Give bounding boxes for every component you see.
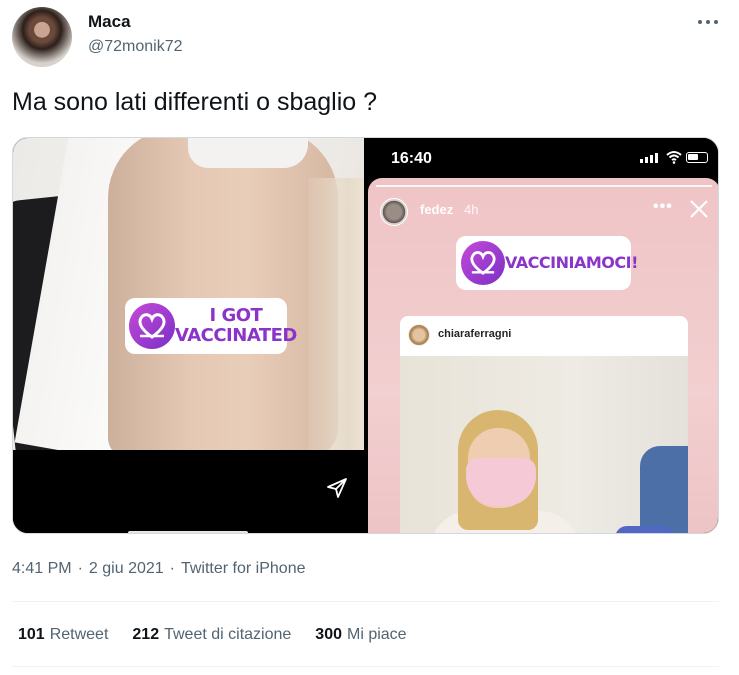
shared-post-avatar — [408, 324, 430, 346]
divider — [12, 666, 719, 667]
likes-count: 300 — [315, 626, 342, 643]
shared-post-card: chiaraferragni — [400, 316, 688, 533]
media-photo-left[interactable]: I GOT VACCINATED — [13, 138, 364, 533]
shared-post-photo — [400, 356, 688, 533]
photo-person-mask — [466, 458, 536, 506]
divider — [12, 601, 719, 602]
meta-separator: · — [77, 560, 83, 577]
tweet-stats: 101 Retweet 212 Tweet di citazione 300 M… — [18, 626, 431, 644]
photo-nurse-hand — [615, 526, 675, 533]
story-more-icon: ••• — [653, 198, 673, 215]
signal-icon — [640, 153, 658, 163]
vaccinated-sticker-line2: VACCINATED — [175, 325, 297, 346]
quotes-label: Tweet di citazione — [164, 626, 292, 643]
likes-stat[interactable]: 300 Mi piace — [315, 626, 406, 644]
battery-icon — [686, 152, 708, 163]
photo-hair — [308, 178, 364, 458]
vacciniamoci-sticker-text: VACCINIAMOCI! — [505, 253, 638, 272]
tweet-date[interactable]: 2 giu 2021 — [89, 560, 164, 578]
close-icon — [690, 200, 708, 218]
vaccinated-sticker-text: I GOT VACCINATED — [175, 306, 297, 346]
author-name[interactable]: Maca — [88, 12, 131, 32]
vacciniamoci-sticker: VACCINIAMOCI! — [456, 236, 638, 290]
quotes-count: 212 — [132, 626, 160, 643]
media-photo-right[interactable]: 16:40 fedez 4h ••• VACCINIAMOCI! chiaraf… — [368, 138, 718, 533]
retweets-label: Retweet — [49, 626, 109, 643]
story-user-avatar — [380, 198, 408, 226]
vaccinated-sticker-line1: I GOT — [209, 305, 263, 326]
story-age: 4h — [464, 202, 479, 217]
home-indicator — [128, 531, 248, 533]
more-horizontal-icon — [698, 20, 718, 24]
more-options-button[interactable] — [694, 10, 722, 34]
wifi-icon — [666, 151, 682, 164]
likes-label: Mi piace — [347, 626, 407, 643]
quote-tweets-stat[interactable]: 212 Tweet di citazione — [132, 626, 291, 644]
tweet-time[interactable]: 4:41 PM — [12, 560, 72, 578]
status-time: 16:40 — [391, 150, 432, 167]
retweets-stat[interactable]: 101 Retweet — [18, 626, 108, 644]
heart-logo-icon — [461, 241, 505, 285]
heart-logo-icon — [129, 303, 175, 349]
photo-nurse-arm — [640, 446, 688, 533]
avatar[interactable] — [12, 7, 72, 67]
tweet-text: Ma sono lati differenti o sbaglio ? — [12, 88, 378, 116]
tweet-meta: 4:41 PM · 2 giu 2021 · Twitter for iPhon… — [12, 560, 305, 578]
photo-bottom-bar — [13, 450, 364, 533]
vaccinated-sticker: I GOT VACCINATED — [125, 298, 297, 354]
author-handle[interactable]: @72monik72 — [88, 38, 183, 56]
story-username: fedez — [420, 202, 454, 217]
photo-bandage — [188, 138, 308, 168]
retweets-count: 101 — [18, 626, 45, 643]
shared-post-username: chiaraferragni — [438, 328, 512, 340]
meta-separator: · — [169, 560, 175, 577]
tweet-source[interactable]: Twitter for iPhone — [181, 560, 306, 578]
tweet-media: I GOT VACCINATED 16:40 fedez 4h ••• VACC… — [12, 137, 719, 534]
story-progress-bar — [376, 185, 712, 187]
send-icon[interactable] — [325, 476, 349, 500]
